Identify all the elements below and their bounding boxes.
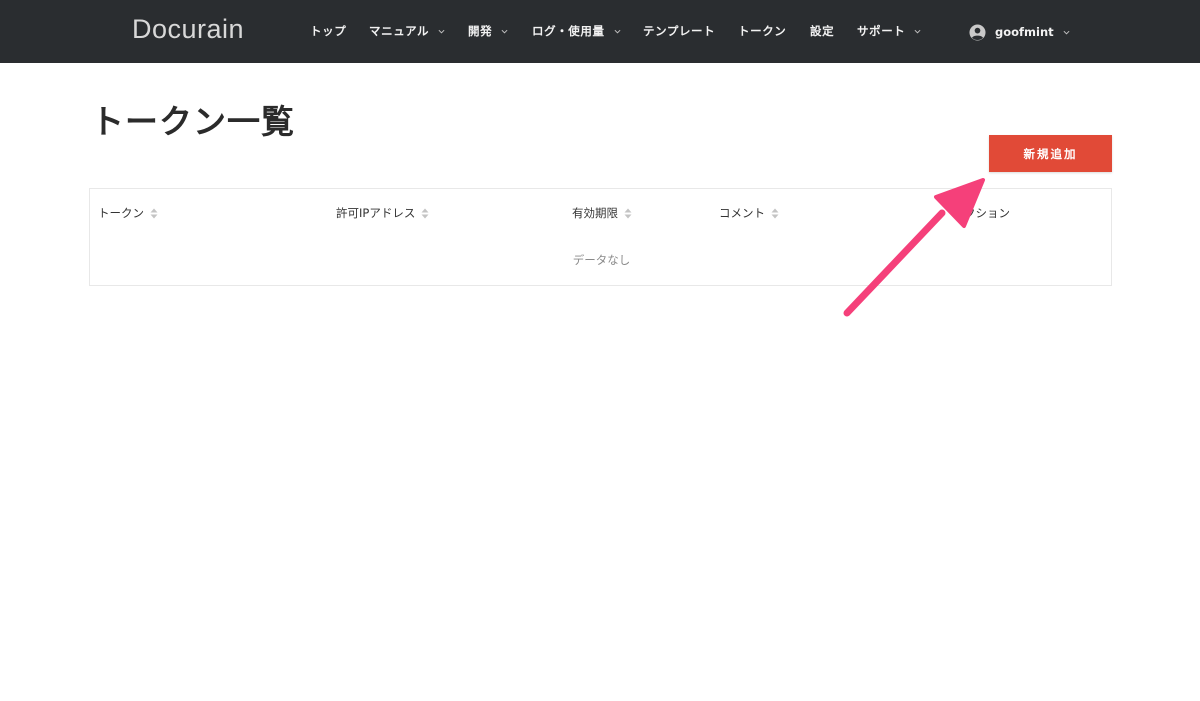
nav-item-dev[interactable]: 開発 [468, 22, 508, 40]
column-header-label: トークン [98, 206, 144, 220]
nav-item-label: マニュアル [369, 24, 430, 38]
user-name: goofmint [995, 25, 1054, 39]
sort-icon[interactable] [771, 208, 779, 219]
chevron-down-icon [438, 28, 445, 35]
user-circle-icon [969, 23, 986, 41]
column-header-expiration[interactable]: 有効期限 [572, 205, 632, 221]
nav-item-tokens[interactable]: トークン [738, 22, 786, 40]
chevron-down-icon [1063, 29, 1070, 36]
column-header-label: クション [964, 206, 1010, 220]
page-title: トークン一覧 [91, 102, 295, 141]
nav-item-label: ログ・使用量 [532, 24, 605, 38]
nav-item-logs-usage[interactable]: ログ・使用量 [532, 22, 621, 40]
table-empty-message: データなし [572, 253, 631, 267]
nav-item-label: トークン [738, 24, 787, 38]
column-header-comment[interactable]: コメント [719, 205, 779, 221]
column-header-label: 有効期限 [572, 206, 618, 220]
column-header-label: 許可IPアドレス [336, 206, 416, 220]
nav-item-top[interactable]: トップ [310, 22, 346, 40]
nav-item-templates[interactable]: テンプレート [643, 22, 715, 40]
nav-item-manual[interactable]: マニュアル [369, 22, 445, 40]
user-menu[interactable]: goofmint [969, 22, 1070, 42]
column-header-allowed-ip[interactable]: 許可IPアドレス [336, 205, 429, 221]
sort-icon[interactable] [150, 208, 158, 219]
nav-item-label: テンプレート [643, 24, 716, 38]
sort-icon[interactable] [624, 208, 632, 219]
column-header-label: コメント [719, 206, 765, 220]
nav-item-label: サポート [857, 24, 906, 38]
nav-item-support[interactable]: サポート [857, 22, 921, 40]
chevron-down-icon [614, 28, 621, 35]
top-navbar: Docurain トップ マニュアル 開発 ログ・使用量 テンプレート トークン… [0, 0, 1200, 63]
column-header-token[interactable]: トークン [98, 205, 158, 221]
nav-item-label: トップ [310, 24, 347, 38]
app-logo[interactable]: Docurain [132, 14, 244, 45]
nav-item-settings[interactable]: 設定 [810, 22, 834, 40]
add-token-button[interactable]: 新規追加 [989, 135, 1112, 172]
nav-item-label: 設定 [810, 24, 835, 38]
nav-item-label: 開発 [468, 24, 493, 38]
sort-icon[interactable] [421, 208, 429, 219]
tokens-table: トークン 許可IPアドレス 有効期限 コメント クション データなし [89, 188, 1112, 286]
chevron-down-icon [914, 28, 921, 35]
chevron-down-icon [501, 28, 508, 35]
column-header-action: クション [964, 205, 1010, 221]
